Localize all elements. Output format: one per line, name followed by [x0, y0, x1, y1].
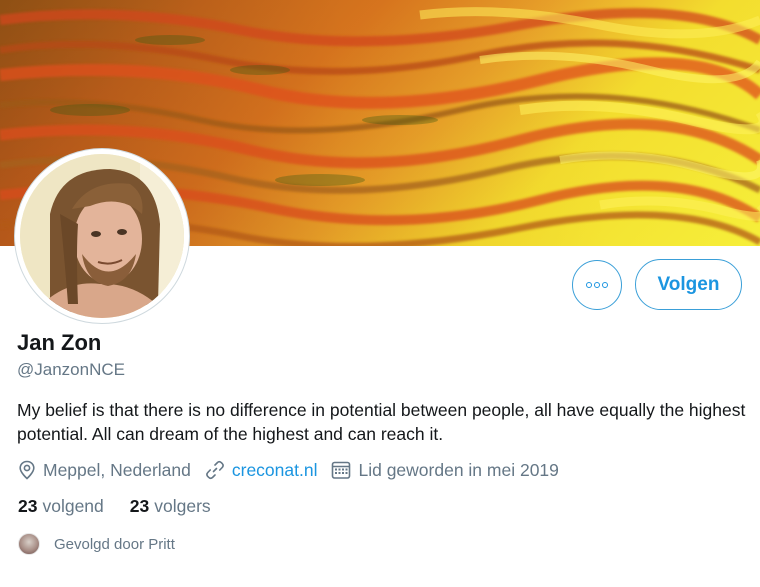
link-icon [205, 460, 224, 480]
more-options-button[interactable] [572, 260, 622, 310]
avatar-photo [20, 154, 184, 318]
following-label: volgend [42, 496, 104, 516]
profile-handle: @JanzonNCE [17, 360, 125, 379]
followers-count: 23 [129, 496, 150, 516]
profile-avatar[interactable] [14, 148, 190, 324]
location-text: Meppel, Nederland [43, 459, 191, 480]
avatar-portrait-illustration [20, 154, 184, 318]
more-horizontal-icon [586, 282, 608, 288]
following-count-link[interactable]: 23 volgend [18, 496, 104, 517]
followed-by-row[interactable]: Gevolgd door Pritt [18, 533, 175, 555]
calendar-icon [332, 461, 351, 479]
profile-page: Volgen Jan Zon @JanzonNCE My belief is t… [0, 0, 760, 587]
follower-avatar [18, 533, 40, 555]
joined-text: Lid geworden in mei 2019 [358, 459, 559, 480]
profile-location: Meppel, Nederland [18, 460, 191, 481]
profile-display-name: Jan Zon [17, 330, 102, 355]
followed-by-text: Gevolgd door Pritt [54, 535, 175, 553]
follow-button[interactable]: Volgen [635, 259, 742, 310]
website-link[interactable]: creconat.nl [232, 460, 318, 481]
profile-joined-date: Lid geworden in mei 2019 [331, 459, 559, 481]
profile-meta-row: Meppel, Nederland creconat.nl Lid geword… [18, 458, 573, 482]
location-pin-icon [19, 460, 35, 480]
profile-website: creconat.nl [205, 460, 318, 481]
followers-count-link[interactable]: 23 volgers [130, 496, 211, 517]
following-count: 23 [18, 496, 38, 516]
profile-stats: 23 volgend 23 volgers [18, 496, 237, 517]
profile-bio: My belief is that there is no difference… [17, 400, 746, 444]
followers-label: volgers [154, 496, 211, 516]
